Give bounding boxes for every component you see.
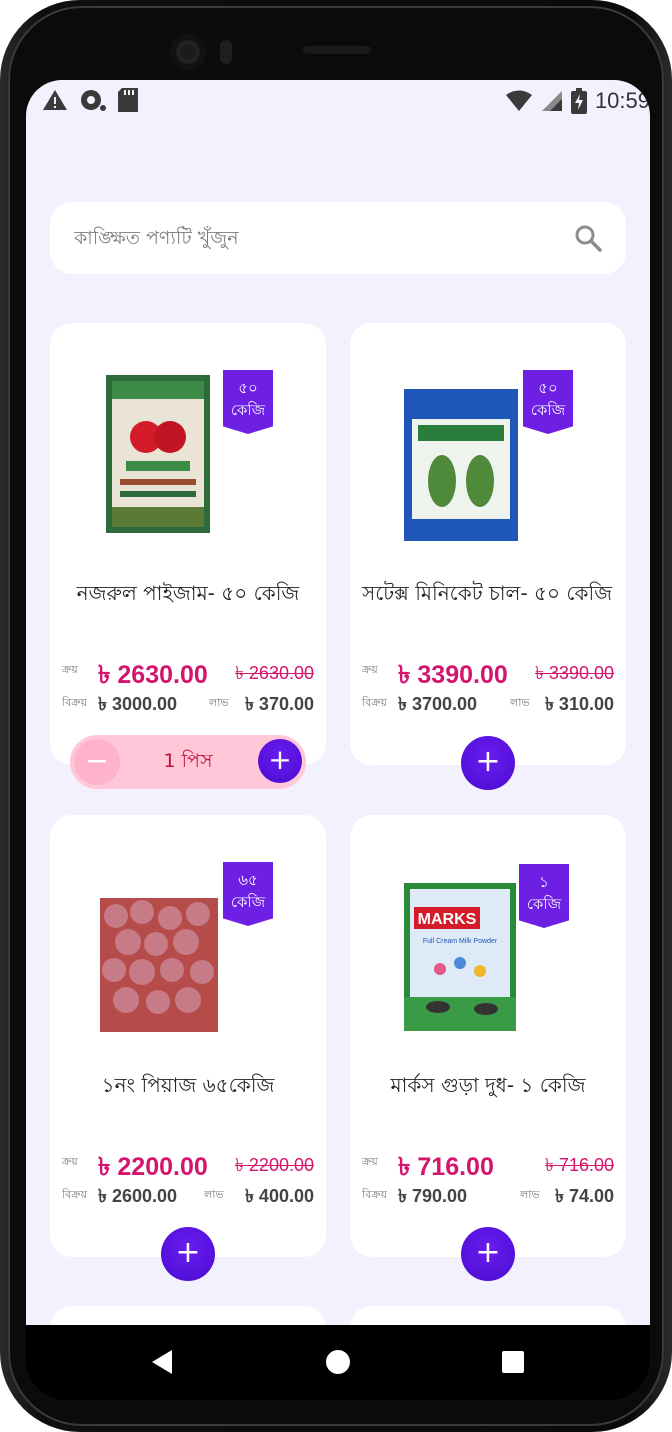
wifi-icon (505, 90, 532, 111)
badge-unit: কেজি (230, 401, 266, 419)
search-input[interactable] (74, 220, 554, 256)
product-name: মার্কস গুড়া দুধ- ১ কেজি (390, 1073, 586, 1097)
sell-price: ৳ 790.00 (398, 1186, 468, 1206)
signal-icon (541, 91, 562, 111)
buy-price-row: ক্রয় ৳ 2200.00 ৳ 2200.00 (62, 1143, 314, 1181)
status-bar: 10:59 (26, 80, 650, 120)
add-to-cart-button[interactable]: + (161, 1227, 215, 1281)
quantity-badge: ৫০ কেজি (223, 370, 273, 434)
sell-price-row: বিক্রয় ৳ 790.00 লাভ ৳ 74.00 (362, 1180, 614, 1206)
buy-price-row: ক্রয় ৳ 2630.00 ৳ 2630.00 (62, 651, 314, 689)
increase-quantity-button[interactable]: + (258, 739, 302, 783)
product-card[interactable]: ৫০ কেজি নজরুল পাইজাম- ৫০ কেজি ক্রয় ৳ 26… (50, 323, 326, 765)
speaker-grille (302, 44, 372, 54)
sell-price: ৳ 2600.00 (98, 1186, 178, 1206)
search-icon[interactable] (574, 224, 602, 252)
badge-qty: ৫০ (238, 379, 258, 397)
badge-unit: কেজি (526, 895, 562, 913)
profit-label: লাভ (204, 1188, 224, 1201)
product-card[interactable] (50, 1306, 326, 1325)
battery-icon (570, 88, 587, 114)
profit-value: ৳ 400.00 (244, 1186, 314, 1206)
sell-price-row: বিক্রয় ৳ 3700.00 লাভ ৳ 310.00 (362, 688, 614, 714)
sell-label: বিক্রয় (62, 696, 87, 709)
buy-price-row: ক্রয় ৳ 716.00 ৳ 716.00 (362, 1143, 614, 1181)
original-price: ৳ 716.00 (544, 1155, 614, 1175)
quantity-value: 1 পিস (163, 750, 213, 772)
original-price: ৳ 2200.00 (234, 1155, 314, 1175)
rice-bag-image (404, 389, 518, 541)
status-time: 10:59 (594, 88, 650, 113)
buy-price-row: ক্রয় ৳ 3390.00 ৳ 3390.00 (362, 651, 614, 689)
app-screen: 10:59 ৫০ কেজি নজরুল পাইজাম- ৫০ কেজি ক্রয… (26, 80, 650, 1325)
product-name: নজরুল পাইজাম- ৫০ কেজি (76, 581, 300, 605)
sell-label: বিক্রয় (62, 1188, 87, 1201)
sell-label: বিক্রয় (362, 1188, 387, 1201)
badge-qty: ৬৫ (238, 871, 258, 889)
sd-card-icon (118, 88, 138, 112)
decrease-quantity-button[interactable]: − (74, 739, 120, 785)
sell-price-row: বিক্রয় ৳ 2600.00 লাভ ৳ 400.00 (62, 1180, 314, 1206)
profit-label: লাভ (520, 1188, 540, 1201)
front-camera-icon (170, 34, 206, 70)
profit-label: লাভ (209, 696, 229, 709)
quantity-badge: ১ কেজি (519, 864, 569, 928)
quantity-stepper[interactable]: − 1 পিস + (70, 735, 306, 789)
buy-label: ক্রয় (362, 663, 378, 676)
quantity-badge: ৫০ কেজি (523, 370, 573, 434)
badge-unit: কেজি (530, 401, 566, 419)
system-navigation-bar (26, 1325, 650, 1400)
buy-label: ক্রয় (62, 663, 78, 676)
add-to-cart-button[interactable]: + (461, 736, 515, 790)
buy-label: ক্রয় (62, 1155, 78, 1168)
package-brand-text: MARKS (418, 911, 477, 928)
sensor-icon (220, 40, 232, 64)
profit-value: ৳ 370.00 (244, 694, 314, 714)
sell-price: ৳ 3700.00 (398, 694, 478, 714)
onion-sack-image (100, 898, 218, 1032)
milk-powder-pack-image: MARKS Full Cream Milk Powder (404, 883, 516, 1031)
product-card[interactable]: ৫০ কেজি সটেক্স মিনিকেট চাল- ৫০ কেজি ক্রয… (350, 323, 626, 765)
quantity-badge: ৬৫ কেজি (223, 862, 273, 926)
profit-value: ৳ 310.00 (544, 694, 614, 714)
profit-value: ৳ 74.00 (554, 1186, 614, 1206)
back-icon[interactable] (150, 1349, 174, 1375)
product-card[interactable]: ৬৫ কেজি ১নং পিয়াজ ৬৫কেজি ক্রয় ৳ 2200.0… (50, 815, 326, 1257)
product-name: সটেক্স মিনিকেট চাল- ৫০ কেজি (362, 581, 613, 605)
package-subtitle-text: Full Cream Milk Powder (423, 938, 498, 945)
profit-label: লাভ (510, 696, 530, 709)
buy-label: ক্রয় (362, 1155, 378, 1168)
sell-label: বিক্রয় (362, 696, 387, 709)
product-card[interactable] (350, 1306, 626, 1325)
original-price: ৳ 3390.00 (534, 663, 614, 683)
sync-icon (81, 90, 106, 111)
search-bar[interactable] (50, 202, 626, 274)
sell-price: ৳ 3000.00 (98, 694, 178, 714)
badge-qty: ১ (539, 873, 549, 891)
recent-apps-icon[interactable] (502, 1351, 524, 1373)
original-price: ৳ 2630.00 (234, 663, 314, 683)
product-name: ১নং পিয়াজ ৬৫কেজি (101, 1073, 275, 1097)
product-card[interactable]: MARKS Full Cream Milk Powder ১ কেজি মার্… (350, 815, 626, 1257)
home-icon[interactable] (326, 1350, 350, 1374)
rice-sack-image (106, 375, 210, 533)
badge-unit: কেজি (230, 893, 266, 911)
add-to-cart-button[interactable]: + (461, 1227, 515, 1281)
warning-icon (43, 90, 67, 110)
badge-qty: ৫০ (538, 379, 558, 397)
sell-price-row: বিক্রয় ৳ 3000.00 লাভ ৳ 370.00 (62, 688, 314, 714)
